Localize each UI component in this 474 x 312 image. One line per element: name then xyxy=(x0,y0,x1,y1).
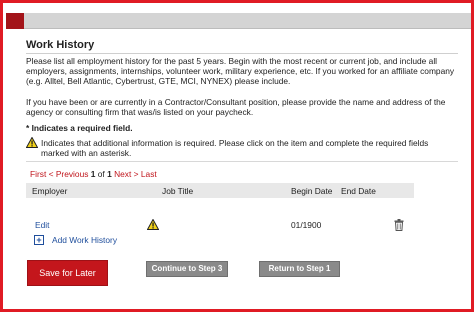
begin-date-cell: 01/1900 xyxy=(291,220,322,230)
top-bar-accent xyxy=(6,13,24,29)
section-divider xyxy=(26,161,458,162)
warning-note: Indicates that additional information is… xyxy=(25,136,458,159)
add-work-history-link[interactable]: Add Work History xyxy=(52,235,117,245)
page-title-section: Work History xyxy=(26,39,458,54)
continue-to-step-3-button[interactable]: Continue to Step 3 xyxy=(146,261,228,277)
trash-icon[interactable] xyxy=(394,219,404,231)
pager-next-arrow[interactable]: > xyxy=(134,169,139,179)
column-header-employer[interactable]: Employer xyxy=(32,186,67,196)
instructions-paragraph-2: If you have been or are currently in a C… xyxy=(26,96,446,117)
instructions-paragraph-1: Please list all employment history for t… xyxy=(26,56,455,87)
return-to-step-1-button[interactable]: Return to Step 1 xyxy=(259,261,340,277)
plus-icon[interactable]: + xyxy=(34,235,44,245)
work-history-table: Employer Job Title Begin Date End Date E… xyxy=(26,183,414,231)
add-work-history[interactable]: + Add Work History xyxy=(34,235,117,245)
pager-first-link[interactable]: First xyxy=(30,169,46,179)
top-bar xyxy=(6,13,471,29)
edit-link[interactable]: Edit xyxy=(35,220,49,230)
save-for-later-button[interactable]: Save for Later xyxy=(27,260,108,286)
pager-previous-link[interactable]: < Previous xyxy=(49,169,89,179)
required-field-note: * Indicates a required field. xyxy=(26,123,133,134)
instructions: Please list all employment history for t… xyxy=(25,56,458,159)
warning-note-text: Indicates that additional information is… xyxy=(41,138,429,159)
pagination: First < Previous 1 of 1 Next > Last xyxy=(30,169,157,179)
pager-last-link[interactable]: Last xyxy=(141,169,157,179)
pager-total-pages: 1 xyxy=(107,169,112,179)
warning-icon xyxy=(25,136,39,149)
page-title: Work History xyxy=(26,39,95,51)
pager-next-link[interactable]: Next xyxy=(114,169,131,179)
warning-icon[interactable] xyxy=(146,218,160,230)
table-row: Edit 01/1900 xyxy=(26,198,414,231)
pager-current-page: 1 xyxy=(90,169,96,179)
pager-of-label: of xyxy=(97,169,105,179)
app-frame: Work History Please list all employment … xyxy=(0,0,474,312)
column-header-end-date[interactable]: End Date xyxy=(341,186,376,196)
column-header-begin-date[interactable]: Begin Date xyxy=(291,186,332,196)
column-header-job-title[interactable]: Job Title xyxy=(162,186,193,196)
table-header: Employer Job Title Begin Date End Date xyxy=(26,183,414,198)
